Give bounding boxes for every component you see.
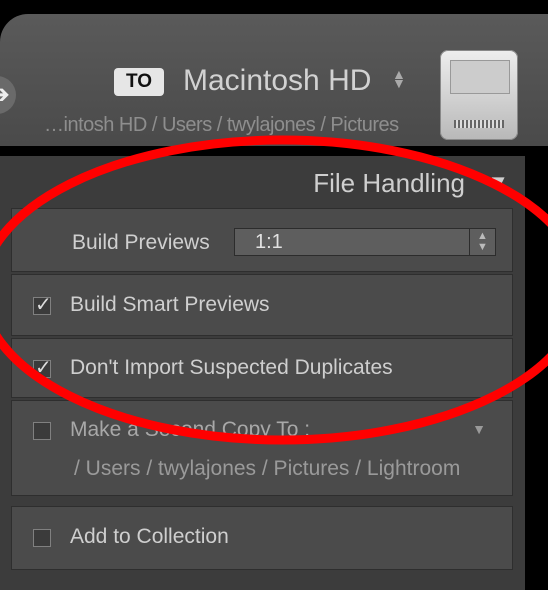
second-copy-label: Make a Second Copy To : (70, 418, 311, 441)
file-handling-header[interactable]: File Handling ▼ (0, 156, 525, 208)
checkmark-icon: ✓ (35, 294, 52, 316)
dont-import-duplicates-checkbox[interactable]: ✓ (33, 357, 52, 379)
collapse-triangle-icon[interactable]: ▼ (487, 170, 509, 196)
destination-path: …intosh HD / Users / twylajones / Pictur… (44, 114, 399, 136)
file-handling-title: File Handling (313, 168, 465, 198)
add-to-collection-checkbox[interactable] (33, 529, 51, 547)
build-previews-select[interactable]: 1:1 ▲ ▼ (234, 228, 496, 256)
select-stepper-icon[interactable]: ▲ ▼ (469, 229, 495, 255)
destination-header: ➔ TO Macintosh HD ▲▼ …intosh HD / Users … (0, 14, 548, 146)
dont-import-duplicates-row: ✓ Don't Import Suspected Duplicates (11, 338, 513, 398)
hard-drive-icon (440, 50, 518, 140)
second-copy-checkbox[interactable] (33, 422, 51, 440)
second-copy-row: Make a Second Copy To : ▼ / Users / twyl… (11, 400, 513, 496)
checkmark-icon: ✓ (35, 357, 52, 379)
volume-name[interactable]: Macintosh HD (183, 64, 371, 98)
build-smart-previews-row: ✓ Build Smart Previews (11, 274, 513, 336)
add-to-collection-label: Add to Collection (70, 525, 229, 548)
volume-selector-arrows-icon[interactable]: ▲ ▼ (392, 67, 406, 90)
build-previews-value: 1:1 (255, 231, 283, 253)
second-copy-dropdown-icon[interactable]: ▼ (472, 421, 486, 437)
dont-import-duplicates-label: Don't Import Suspected Duplicates (70, 356, 393, 379)
build-smart-previews-label: Build Smart Previews (70, 293, 270, 316)
add-to-collection-row: Add to Collection (11, 506, 513, 570)
build-previews-label: Build Previews (72, 231, 210, 254)
second-copy-path[interactable]: / Users / twylajones / Pictures / Lightr… (74, 457, 460, 481)
file-handling-panel: File Handling ▼ Build Previews 1:1 ▲ ▼ ✓ … (0, 156, 525, 590)
build-smart-previews-checkbox[interactable]: ✓ (33, 294, 52, 316)
forward-arrow-icon[interactable]: ➔ (0, 76, 16, 114)
build-previews-row: Build Previews 1:1 ▲ ▼ (11, 208, 513, 272)
to-badge: TO (114, 68, 164, 96)
